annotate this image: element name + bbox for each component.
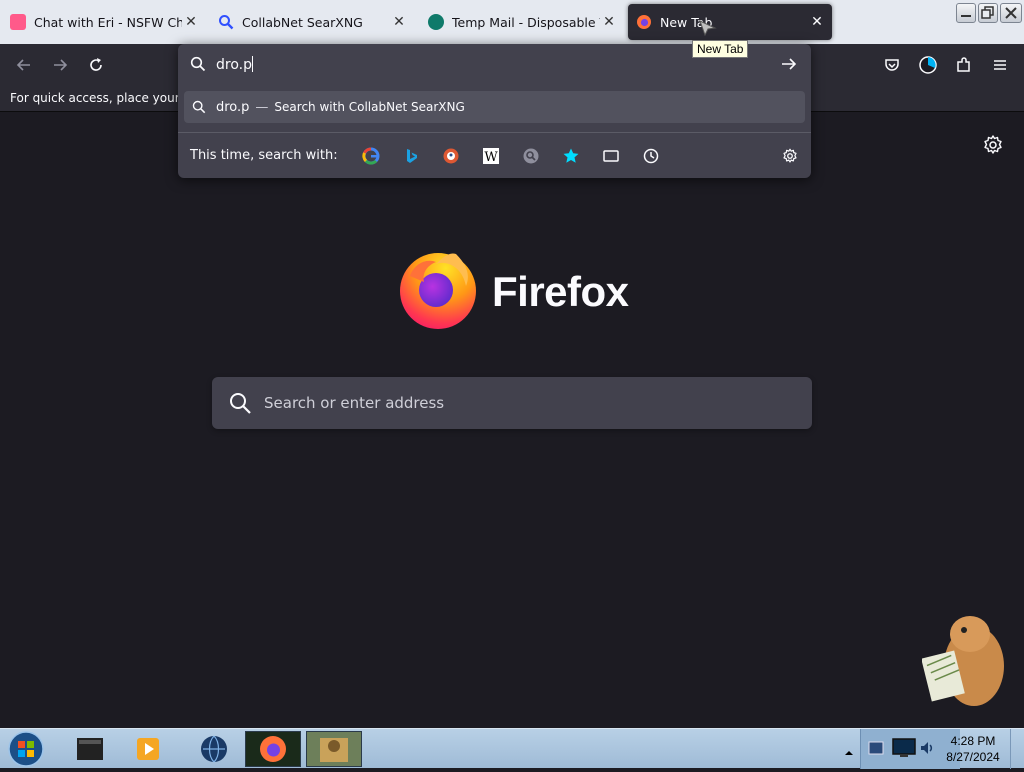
windows-taskbar: 4:28 PM 8/27/2024 [0,728,1024,769]
taskbar-app-globe[interactable] [186,731,242,767]
newtab-search-box[interactable] [212,377,812,429]
search-settings-gear-icon[interactable] [779,145,801,167]
bookmarks-star-icon[interactable] [560,145,582,167]
tab-title: CollabNet SearXNG [242,14,363,30]
one-off-label: This time, search with: [190,148,338,163]
bookmarks-hint-text: For quick access, place your boo [10,91,206,105]
menu-icon[interactable] [986,51,1014,79]
duckduckgo-icon[interactable] [440,145,462,167]
taskbar-app-box[interactable] [306,731,362,767]
tab-tooltip: New Tab [692,40,749,58]
tab-title: Temp Mail - Disposable Tem [452,14,600,30]
history-icon[interactable] [640,145,662,167]
suggestion-row[interactable]: dro.p — Search with CollabNet SearXNG [184,91,805,123]
tab-title: Chat with Eri - NSFW Charac [34,14,182,30]
minimize-button[interactable] [956,3,976,23]
tab-new-tab[interactable]: New Tab ✕ [628,4,832,40]
searxng-icon[interactable] [520,145,542,167]
text-caret [252,56,253,72]
suggestion-query: dro.p [216,99,250,115]
firefox-wordmark: Firefox [492,268,629,315]
tab-strip: Chat with Eri - NSFW Charac ✕ CollabNet … [0,0,1024,44]
one-off-search-bar: This time, search with: W [178,132,811,178]
tray-monitor-icon[interactable] [891,737,917,763]
taskbar-app-media-player[interactable] [120,731,176,767]
magnifier-icon [218,14,234,30]
urlbar-value: dro.p [216,57,252,73]
bunny-icon [10,14,26,30]
tab-collabnet-searxng[interactable]: CollabNet SearXNG ✕ [218,4,408,40]
pocket-icon[interactable] [878,51,906,79]
bing-icon[interactable] [400,145,422,167]
account-icon[interactable] [914,51,942,79]
search-icon [190,56,206,76]
close-tab-icon[interactable]: ✕ [390,13,408,31]
suggestion-action: Search with CollabNet SearXNG [274,100,465,114]
tray-network-icon[interactable] [867,739,887,763]
hamster-mascot-icon [921,606,1008,710]
show-desktop-button[interactable] [1010,729,1024,769]
taskbar-app-terminal[interactable] [62,731,118,767]
search-icon [192,100,206,114]
reload-button[interactable] [82,51,110,79]
close-window-button[interactable] [1000,3,1022,23]
taskbar-app-firefox[interactable] [245,731,301,767]
go-arrow-icon[interactable] [780,56,798,76]
newtab-search-input[interactable] [264,391,794,415]
urlbar-dropdown: dro.p dro.p — Search with CollabNet Sear… [178,44,811,178]
svg-text:W: W [484,150,498,165]
back-button[interactable] [10,51,38,79]
tab-temp-mail[interactable]: Temp Mail - Disposable Tem ✕ [428,4,618,40]
forward-button[interactable] [46,51,74,79]
search-icon [228,391,252,419]
tray-expand-icon[interactable] [844,743,854,762]
extensions-icon[interactable] [950,51,978,79]
close-tab-icon[interactable]: ✕ [182,13,200,31]
clock-time: 4:28 PM [950,734,996,748]
tab-chat-with-eri[interactable]: Chat with Eri - NSFW Charac ✕ [10,4,200,40]
start-button[interactable] [6,730,46,768]
close-tab-icon[interactable]: ✕ [600,13,618,31]
taskbar-clock[interactable]: 4:28 PM 8/27/2024 [940,733,1006,765]
restore-button[interactable] [978,3,998,23]
clock-date: 8/27/2024 [946,750,1000,764]
tab-title: New Tab [660,14,713,30]
google-icon[interactable] [360,145,382,167]
mouse-cursor-icon [699,20,717,40]
firefox-icon [636,14,652,30]
settings-gear-icon[interactable] [981,133,1005,157]
tray-volume-icon[interactable] [919,739,937,761]
globe-icon [428,14,444,30]
close-tab-icon[interactable]: ✕ [808,13,826,31]
wikipedia-icon[interactable]: W [480,145,502,167]
firefox-logo-icon [396,246,480,330]
tabs-icon[interactable] [600,145,622,167]
suggestion-separator: — [255,99,269,115]
